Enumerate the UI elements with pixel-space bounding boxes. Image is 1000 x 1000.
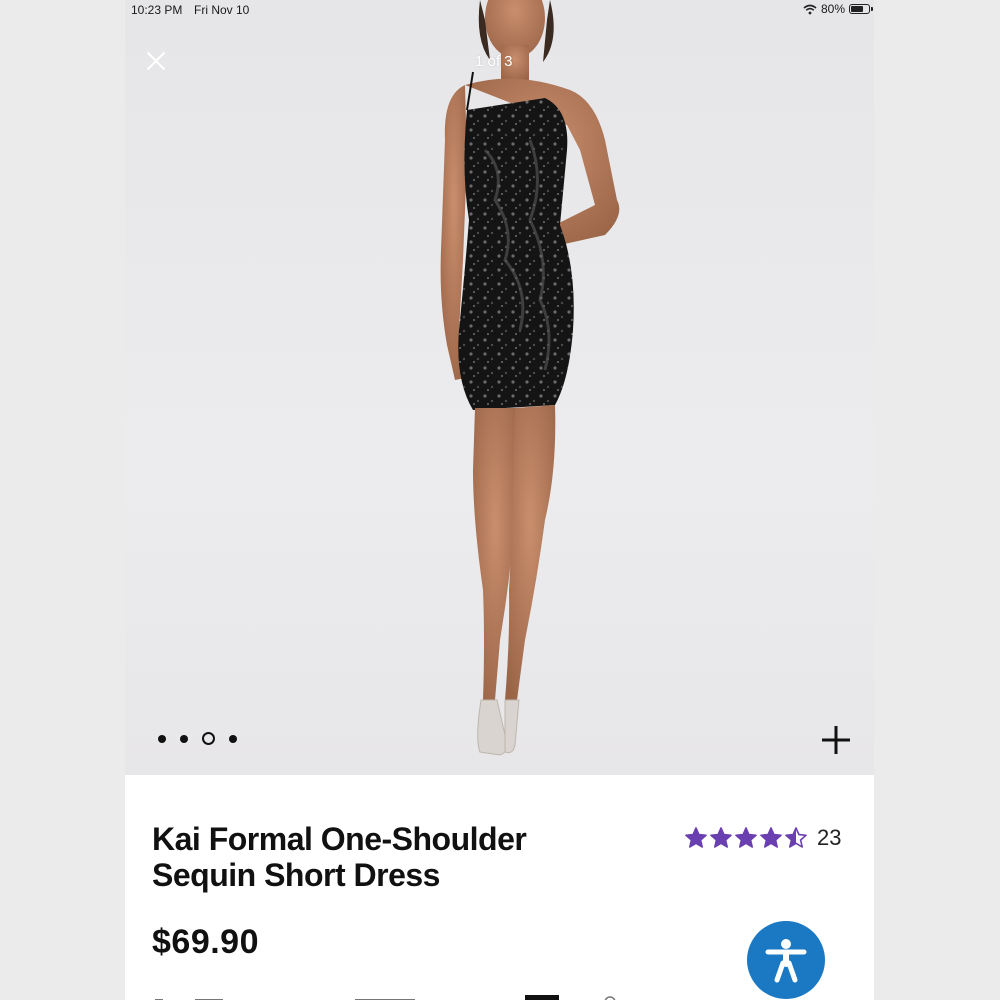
star-full-icon (710, 827, 732, 848)
pagination-dot[interactable] (158, 734, 166, 743)
product-rating[interactable]: 23 (685, 825, 841, 851)
battery-percent: 80% (820, 2, 845, 16)
star-full-icon (760, 827, 782, 848)
product-title-line: Sequin Short Dress (152, 857, 440, 893)
star-half-icon (785, 827, 807, 848)
status-time: 10:23 PM (131, 3, 183, 17)
app-screen: 1 of 3 10:23 PM Fri Nov 10 80% Kai Forma… (125, 0, 874, 1000)
battery-icon (849, 4, 873, 14)
product-title-line: Kai Formal One-Shoulder (152, 821, 527, 857)
rating-stars (685, 827, 807, 849)
right-margin (874, 0, 1000, 1000)
gallery-pagination[interactable] (158, 732, 237, 745)
review-count[interactable]: 23 (817, 825, 841, 851)
payment-info-row (155, 995, 616, 1000)
product-price: $69.90 (152, 923, 259, 961)
image-counter: 1 of 3 (475, 53, 513, 70)
wifi-icon (803, 4, 817, 14)
product-title: Kai Formal One-Shoulder Sequin Short Dre… (152, 821, 612, 893)
product-photo (440, 0, 620, 756)
accessibility-button[interactable] (747, 921, 825, 999)
product-info: Kai Formal One-Shoulder Sequin Short Dre… (125, 775, 874, 1000)
pagination-dot[interactable] (180, 734, 188, 743)
star-full-icon (685, 827, 707, 848)
left-margin (0, 0, 125, 1000)
pagination-dot[interactable] (229, 734, 237, 743)
accessibility-icon (765, 939, 807, 983)
status-indicators: 80% (803, 2, 873, 16)
star-full-icon (735, 827, 757, 848)
status-date: Fri Nov 10 (194, 3, 250, 17)
pagination-dot-active[interactable] (202, 732, 215, 745)
status-bar: 10:23 PM Fri Nov 10 80% (125, 0, 874, 20)
close-icon[interactable] (145, 50, 167, 72)
product-gallery[interactable]: 1 of 3 (125, 0, 874, 775)
plus-icon[interactable] (819, 723, 853, 757)
